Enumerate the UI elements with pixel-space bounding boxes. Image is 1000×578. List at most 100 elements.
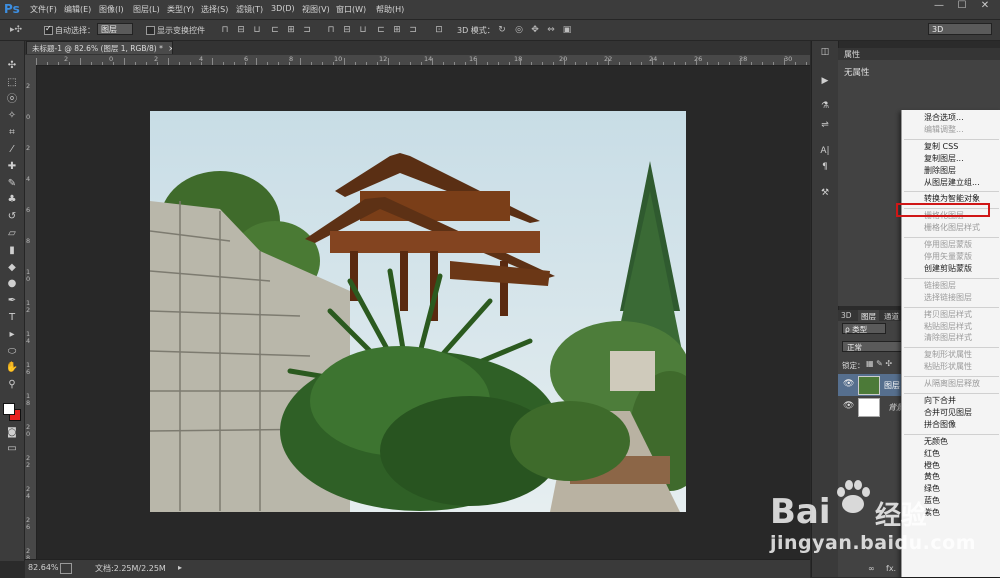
- document-image[interactable]: [150, 111, 686, 512]
- type-tool-icon[interactable]: T: [4, 311, 20, 325]
- path-select-icon[interactable]: ▸: [4, 328, 20, 342]
- visibility-eye-icon[interactable]: 👁: [843, 401, 854, 411]
- menu-item[interactable]: 图像(I): [99, 4, 124, 15]
- zoom-level[interactable]: 82.64%: [28, 563, 59, 572]
- gradient-tool-icon[interactable]: ▮: [4, 244, 20, 258]
- align-icon[interactable]: ⊓: [220, 25, 230, 35]
- actions-icon[interactable]: ▶: [819, 75, 831, 87]
- status-info-icon[interactable]: [60, 563, 72, 574]
- move-tool-icon[interactable]: ▸✣: [8, 25, 24, 35]
- align-icon[interactable]: ⊔: [358, 25, 368, 35]
- brush-presets-icon[interactable]: ⚗: [819, 100, 831, 112]
- menu-item[interactable]: 文件(F): [30, 4, 57, 15]
- menu-item[interactable]: 窗口(W): [336, 4, 366, 15]
- auto-select-dropdown[interactable]: 图层: [97, 23, 133, 35]
- align-icon[interactable]: ⊞: [286, 25, 296, 35]
- 3d-mode-icon[interactable]: ⇔: [546, 25, 556, 35]
- close-button[interactable]: ✕: [976, 0, 994, 14]
- context-menu-item[interactable]: 创建剪贴蒙版: [924, 264, 972, 274]
- align-icon[interactable]: ⊓: [326, 25, 336, 35]
- 3d-mode-icon[interactable]: ▣: [562, 25, 572, 35]
- minimize-button[interactable]: —: [930, 0, 948, 14]
- ruler-tick-label: 1 8: [26, 392, 31, 407]
- context-menu-item[interactable]: 复制 CSS: [924, 142, 958, 152]
- menu-item[interactable]: 3D(D): [271, 4, 295, 13]
- 3d-mode-icon[interactable]: ↻: [497, 25, 507, 35]
- eraser-tool-icon[interactable]: ▱: [4, 227, 20, 241]
- 3d-mode-icon[interactable]: ✥: [530, 25, 540, 35]
- align-icon[interactable]: ⊐: [408, 25, 418, 35]
- menu-item[interactable]: 帮助(H): [376, 4, 404, 15]
- clone-stamp-icon[interactable]: ♣: [4, 193, 20, 207]
- layer-fx-icon[interactable]: fx.: [886, 564, 896, 573]
- shape-tool-icon[interactable]: ⬭: [4, 345, 20, 359]
- visibility-eye-icon[interactable]: 👁: [843, 379, 854, 389]
- document-tab[interactable]: 未标题-1 @ 82.6% (图层 1, RGB/8) * ×: [26, 41, 173, 54]
- eyedropper-tool-icon[interactable]: ⁄: [4, 143, 20, 157]
- workspace-dropdown[interactable]: 3D: [928, 23, 992, 35]
- auto-select-checkbox[interactable]: [44, 24, 53, 35]
- lasso-tool-icon[interactable]: ⓞ: [4, 93, 20, 107]
- menu-item[interactable]: 选择(S): [201, 4, 228, 15]
- layer-name[interactable]: 图层: [884, 380, 900, 391]
- blend-mode-dropdown[interactable]: 正常: [842, 341, 902, 352]
- layer-filter-dropdown[interactable]: ρ 类型: [842, 323, 886, 334]
- hand-tool-icon[interactable]: ✋: [4, 361, 20, 375]
- align-icon[interactable]: ⊡: [434, 25, 444, 35]
- adjustment-icon[interactable]: ⚒: [819, 187, 831, 199]
- context-menu-item[interactable]: 合并可见图层: [924, 408, 972, 418]
- context-menu-item[interactable]: 向下合并: [924, 396, 956, 406]
- context-menu-item[interactable]: 从图层建立组...: [924, 178, 980, 188]
- status-menu-arrow[interactable]: ▸: [178, 563, 182, 572]
- align-icon[interactable]: ⊟: [236, 25, 246, 35]
- context-menu-item[interactable]: 无颜色: [924, 437, 948, 447]
- align-icon[interactable]: ⊐: [302, 25, 312, 35]
- quick-mask-icon[interactable]: ◙: [4, 426, 20, 440]
- properties-tab[interactable]: 属性: [844, 49, 860, 60]
- context-menu-item[interactable]: 混合选项...: [924, 113, 964, 123]
- context-menu-item[interactable]: 橙色: [924, 461, 940, 471]
- foreground-color-swatch[interactable]: [3, 403, 15, 415]
- move-tool-icon[interactable]: ✣: [4, 59, 20, 73]
- context-menu-item[interactable]: 红色: [924, 449, 940, 459]
- zoom-tool-icon[interactable]: ⚲: [4, 378, 20, 392]
- lock-icons[interactable]: ▦ ✎ ✣: [866, 359, 892, 368]
- screen-mode-icon[interactable]: ▭: [4, 442, 20, 456]
- menu-item[interactable]: 类型(Y): [167, 4, 194, 15]
- pen-tool-icon[interactable]: ✒: [4, 294, 20, 308]
- history-brush-icon[interactable]: ↺: [4, 210, 20, 224]
- menu-item[interactable]: 视图(V): [302, 4, 330, 15]
- document-tab-close[interactable]: ×: [168, 44, 172, 53]
- healing-brush-icon[interactable]: ✚: [4, 160, 20, 174]
- align-icon[interactable]: ⊏: [376, 25, 386, 35]
- dodge-tool-icon[interactable]: ●: [4, 277, 20, 291]
- ruler-tick: [652, 58, 653, 65]
- menu-item[interactable]: 图层(L): [133, 4, 160, 15]
- 3d-mode-icon[interactable]: ◎: [514, 25, 524, 35]
- ruler-tick: [278, 62, 279, 65]
- paragraph-icon[interactable]: ¶: [819, 161, 831, 173]
- context-menu-item[interactable]: 删除图层: [924, 166, 956, 176]
- menu-item[interactable]: 滤镜(T): [236, 4, 263, 15]
- align-icon[interactable]: ⊟: [342, 25, 352, 35]
- context-menu-item[interactable]: 复制图层...: [924, 154, 964, 164]
- tab-layers[interactable]: 图层: [858, 310, 879, 323]
- align-icon[interactable]: ⊏: [270, 25, 280, 35]
- layer-link-icon[interactable]: ∞: [868, 564, 875, 573]
- show-transform-checkbox[interactable]: [146, 26, 155, 35]
- marquee-tool-icon[interactable]: ⬚: [4, 76, 20, 90]
- brush-tool-icon[interactable]: ✎: [4, 177, 20, 191]
- history-icon[interactable]: ◫: [819, 46, 831, 58]
- tab-channels[interactable]: 通道: [884, 311, 899, 322]
- tab-3d[interactable]: 3D: [841, 311, 852, 320]
- blur-tool-icon[interactable]: ◆: [4, 261, 20, 275]
- quick-select-tool-icon[interactable]: ✧: [4, 109, 20, 123]
- character-icon[interactable]: A|: [819, 145, 831, 157]
- align-icon[interactable]: ⊔: [252, 25, 262, 35]
- align-icon[interactable]: ⊞: [392, 25, 402, 35]
- maximize-button[interactable]: ☐: [953, 0, 971, 14]
- crop-tool-icon[interactable]: ⌗: [4, 126, 20, 140]
- tool-presets-icon[interactable]: ⇌: [819, 119, 831, 131]
- context-menu-item[interactable]: 拼合图像: [924, 420, 956, 430]
- menu-item[interactable]: 编辑(E): [64, 4, 91, 15]
